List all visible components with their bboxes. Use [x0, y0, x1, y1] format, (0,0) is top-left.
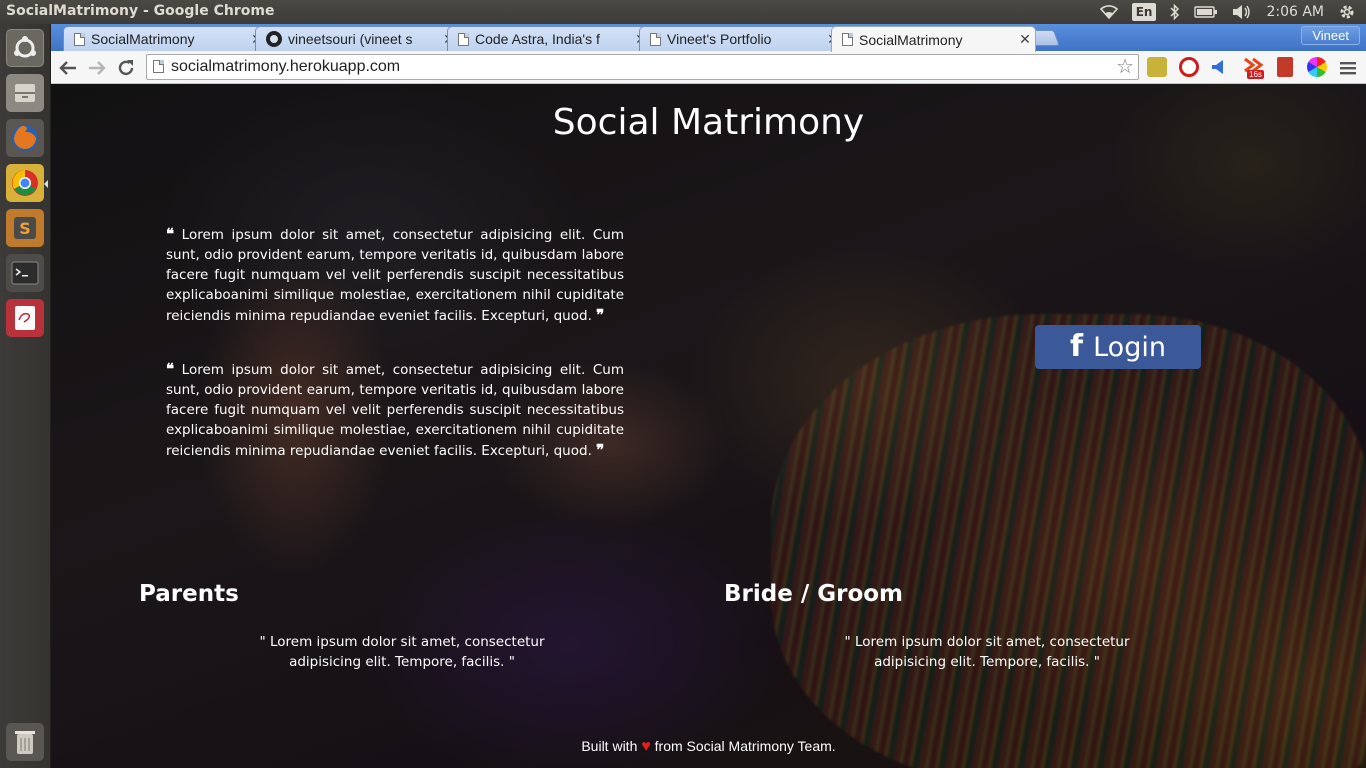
- tab-title: SocialMatrimony: [91, 31, 195, 47]
- heart-icon: ♥: [641, 738, 651, 755]
- launcher: S: [0, 24, 51, 768]
- forward-button[interactable]: [85, 56, 109, 80]
- open-quote-icon: ❝: [166, 225, 175, 243]
- facebook-login-button[interactable]: f Login: [1035, 325, 1201, 369]
- clock[interactable]: 2:06 AM: [1266, 4, 1324, 20]
- tab-portfolio[interactable]: Vineet's Portfolio ✕: [639, 26, 844, 51]
- close-quote-icon: ❞: [596, 441, 605, 459]
- battery-icon[interactable]: [1194, 3, 1218, 21]
- trash-icon[interactable]: [6, 723, 44, 761]
- tab-code-astra[interactable]: Code Astra, India's f ✕: [447, 26, 652, 51]
- extension-bookmark-icon[interactable]: [1277, 57, 1293, 77]
- page-icon: [458, 32, 469, 46]
- terminal-icon[interactable]: [6, 254, 44, 292]
- page-title: Social Matrimony: [552, 102, 865, 143]
- tab-github[interactable]: vineetsouri (vineet s ✕: [255, 26, 460, 51]
- page-icon: [842, 33, 853, 46]
- forward-arrow-icon: [89, 61, 106, 75]
- tab-title: Vineet's Portfolio: [667, 31, 772, 47]
- testimonial-text: Lorem ipsum dolor sit amet, consectetur …: [166, 227, 624, 324]
- web-page: Social Matrimony ❝ Lorem ipsum dolor sit…: [51, 84, 1366, 768]
- extension-badge-icon[interactable]: 16s: [1243, 57, 1264, 79]
- footer-text-after: from Social Matrimony Team.: [654, 738, 836, 754]
- page-icon: [74, 32, 85, 46]
- firefox-icon[interactable]: [6, 119, 44, 157]
- parents-text: " Lorem ipsum dolor sit amet, consectetu…: [259, 634, 545, 670]
- back-arrow-icon: [59, 61, 76, 75]
- svg-text:S: S: [19, 219, 31, 238]
- bookmark-star-icon[interactable]: ☆: [1116, 55, 1134, 79]
- footer: Built with ♥ from Social Matrimony Team.: [51, 738, 1366, 756]
- volume-icon[interactable]: [1232, 3, 1252, 21]
- keyboard-layout-indicator[interactable]: En: [1131, 3, 1157, 21]
- extension-notes-icon[interactable]: [1147, 57, 1167, 77]
- window-title: SocialMatrimony - Google Chrome: [6, 3, 275, 19]
- wifi-icon[interactable]: [1099, 3, 1118, 21]
- profile-button[interactable]: Vineet: [1301, 26, 1360, 45]
- files-icon[interactable]: [6, 74, 44, 112]
- testimonial-text: Lorem ipsum dolor sit amet, consectetur …: [166, 362, 624, 459]
- extension-badge-count: 16s: [1247, 70, 1264, 79]
- extension-megaphone-icon[interactable]: [1209, 57, 1229, 77]
- tab-title: Code Astra, India's f: [475, 31, 600, 47]
- back-button[interactable]: [56, 56, 80, 80]
- tab-title: SocialMatrimony: [859, 31, 963, 48]
- facebook-icon: f: [1070, 329, 1084, 364]
- bluetooth-icon[interactable]: [1170, 3, 1180, 21]
- top-panel: SocialMatrimony - Google Chrome En 2:06 …: [0, 0, 1366, 24]
- chrome-menu-button[interactable]: [1336, 56, 1360, 80]
- footer-text-before: Built with: [581, 738, 638, 754]
- parents-heading: Parents: [139, 581, 239, 607]
- extension-adblock-icon[interactable]: [1179, 57, 1199, 77]
- reload-button[interactable]: [114, 56, 138, 80]
- tab-socialmatrimony-1[interactable]: SocialMatrimony ✕: [63, 26, 268, 51]
- tab-strip: SocialMatrimony ✕ vineetsouri (vineet s …: [51, 24, 1366, 52]
- dash-home-icon[interactable]: [6, 29, 44, 67]
- login-label: Login: [1093, 331, 1166, 363]
- extension-colorwheel-icon[interactable]: [1307, 57, 1327, 77]
- tab-title: vineetsouri (vineet s: [288, 31, 413, 47]
- page-icon: [153, 60, 164, 73]
- bride-groom-text: " Lorem ipsum dolor sit amet, consectetu…: [844, 634, 1130, 670]
- browser-toolbar: socialmatrimony.herokuapp.com ☆ 16s: [51, 51, 1366, 84]
- address-bar[interactable]: socialmatrimony.herokuapp.com ☆: [146, 54, 1139, 80]
- url-text[interactable]: socialmatrimony.herokuapp.com: [171, 58, 400, 75]
- sublime-text-icon[interactable]: S: [6, 209, 44, 247]
- testimonial-quote-2: ❝ Lorem ipsum dolor sit amet, consectetu…: [166, 359, 624, 461]
- testimonial-quote-1: ❝ Lorem ipsum dolor sit amet, consectetu…: [166, 224, 624, 326]
- github-icon: [266, 31, 282, 47]
- system-tray: En 2:06 AM: [1099, 0, 1356, 24]
- settings-gear-icon[interactable]: [1338, 3, 1356, 21]
- chrome-icon[interactable]: [6, 164, 48, 202]
- open-quote-icon: ❝: [166, 360, 175, 378]
- page-icon: [650, 32, 661, 46]
- hamburger-menu-icon: [1340, 62, 1356, 75]
- text-editor-icon[interactable]: [6, 299, 44, 337]
- reload-icon: [118, 60, 134, 76]
- bride-groom-heading: Bride / Groom: [724, 581, 904, 607]
- tab-close-icon[interactable]: ✕: [1015, 31, 1035, 48]
- tab-socialmatrimony-active[interactable]: SocialMatrimony ✕: [831, 26, 1036, 52]
- close-quote-icon: ❞: [596, 306, 605, 324]
